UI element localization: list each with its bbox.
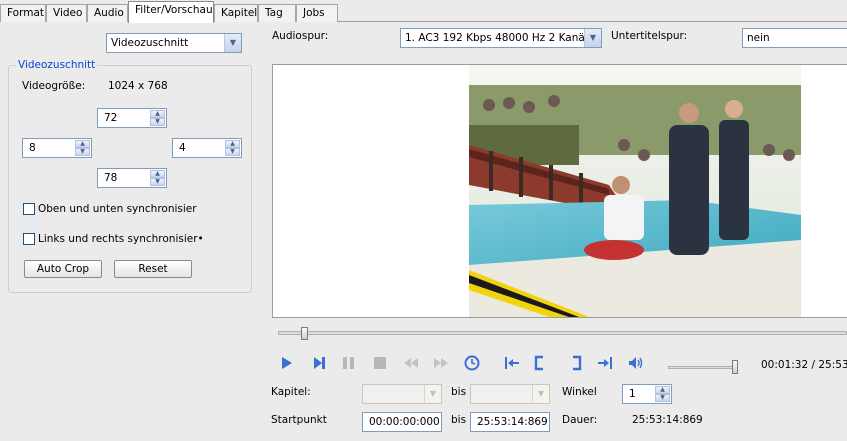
sync-vertical-label: Oben und unten synchronisier [38, 203, 197, 215]
crop-left-spinner[interactable]: 8 ▲ ▼ [22, 138, 92, 158]
seek-bar[interactable] [278, 331, 847, 335]
filter-select[interactable]: Videozuschnitt ▼ [106, 33, 242, 53]
stop-icon[interactable] [371, 354, 389, 372]
spin-down-icon[interactable]: ▼ [150, 118, 165, 126]
filter-preview-panel: Videozuschnitt ▼ Videozuschnitt Videogrö… [0, 22, 847, 441]
crop-left-value: 8 [29, 142, 36, 154]
audio-track-select[interactable]: 1. AC3 192 Kbps 48000 Hz 2 Kanäle ▼ [400, 28, 602, 48]
time-display: 00:01:32 / 25:53: [761, 359, 847, 371]
subtitle-track-label: Untertitelspur: [611, 30, 688, 42]
step-forward-icon[interactable] [310, 354, 328, 372]
end-point-input[interactable]: 25:53:14:869 [470, 412, 550, 432]
volume-slider[interactable] [668, 366, 738, 369]
crop-right-spinner[interactable]: 4 ▲ ▼ [172, 138, 242, 158]
sync-horizontal-label: Links und rechts synchronisier• [38, 233, 204, 245]
crop-top-spinner[interactable]: 72 ▲ ▼ [97, 108, 167, 128]
spin-up-icon[interactable]: ▲ [655, 386, 670, 394]
spin-down-icon[interactable]: ▼ [655, 394, 670, 402]
spin-up-icon[interactable]: ▲ [75, 140, 90, 148]
crop-group-title: Videozuschnitt [16, 59, 98, 71]
fast-forward-icon[interactable] [432, 354, 450, 372]
spin-down-icon[interactable]: ▼ [75, 148, 90, 156]
duration-label: Dauer: [562, 414, 598, 426]
tab-bar: Format Video Audio Filter/Vorschau Kapit… [0, 0, 847, 23]
tab-jobs[interactable]: Jobs [296, 4, 338, 22]
rewind-icon[interactable] [402, 354, 420, 372]
tab-kapitel[interactable]: Kapitel [214, 4, 258, 22]
angle-label: Winkel [562, 386, 597, 398]
tab-filter-vorschau[interactable]: Filter/Vorschau [128, 1, 214, 23]
chapter-label: Kapitel: [271, 386, 311, 398]
crop-bottom-spinner[interactable]: 78 ▲ ▼ [97, 168, 167, 188]
video-size-label: Videogröße: [22, 80, 86, 92]
set-start-marker-icon[interactable] [531, 354, 549, 372]
volume-slider-thumb[interactable] [731, 360, 738, 374]
chapter-start-select[interactable]: ▼ [362, 384, 442, 404]
goto-start-marker-icon[interactable] [503, 354, 521, 372]
spin-up-icon[interactable]: ▲ [150, 110, 165, 118]
sync-horizontal-checkbox[interactable] [23, 233, 35, 245]
tab-tag[interactable]: Tag [258, 4, 296, 22]
goto-end-marker-icon[interactable] [596, 354, 614, 372]
spin-down-icon[interactable]: ▼ [150, 178, 165, 186]
crop-bottom-value: 78 [104, 172, 118, 184]
spin-up-icon[interactable]: ▲ [225, 140, 240, 148]
video-preview [272, 64, 847, 318]
chevron-down-icon: ▼ [424, 385, 441, 403]
chevron-down-icon: ▼ [584, 29, 601, 47]
crop-right-value: 4 [179, 142, 186, 154]
crop-group: Videozuschnitt Videogröße: 1024 x 768 72… [8, 59, 252, 293]
spin-down-icon[interactable]: ▼ [225, 148, 240, 156]
sync-vertical-checkbox[interactable] [23, 203, 35, 215]
play-icon[interactable] [277, 354, 295, 372]
video-frame-image [469, 65, 801, 317]
seek-bar-thumb[interactable] [300, 327, 308, 340]
spin-up-icon[interactable]: ▲ [150, 170, 165, 178]
crop-top-value: 72 [104, 112, 118, 124]
video-frame [469, 65, 801, 317]
pause-icon[interactable] [340, 354, 358, 372]
start-bis-label: bis [451, 414, 467, 426]
set-end-marker-icon[interactable] [567, 354, 585, 372]
chevron-down-icon: ▼ [224, 34, 241, 52]
subtitle-track-value: nein [747, 32, 770, 44]
angle-spinner[interactable]: 1 ▲ ▼ [622, 384, 672, 404]
chapter-end-select[interactable]: ▼ [470, 384, 550, 404]
reset-button[interactable]: Reset [114, 260, 192, 278]
angle-value: 1 [629, 388, 636, 400]
goto-time-icon[interactable] [463, 354, 481, 372]
subtitle-track-select[interactable]: nein [742, 28, 847, 48]
audio-track-value: 1. AC3 192 Kbps 48000 Hz 2 Kanäle [405, 32, 595, 44]
start-point-label: Startpunkt [271, 414, 327, 426]
auto-crop-button[interactable]: Auto Crop [24, 260, 102, 278]
filter-select-value: Videozuschnitt [111, 37, 189, 49]
chapter-bis-label: bis [451, 386, 467, 398]
duration-value: 25:53:14:869 [632, 414, 703, 426]
chevron-down-icon: ▼ [532, 385, 549, 403]
start-point-input[interactable]: 00:00:00:000 [362, 412, 442, 432]
tab-video[interactable]: Video [46, 4, 87, 22]
volume-icon[interactable] [627, 354, 645, 372]
audio-track-label: Audiospur: [272, 30, 329, 42]
tab-audio[interactable]: Audio [87, 4, 128, 22]
video-size-value: 1024 x 768 [108, 80, 168, 92]
tab-format[interactable]: Format [0, 4, 46, 22]
